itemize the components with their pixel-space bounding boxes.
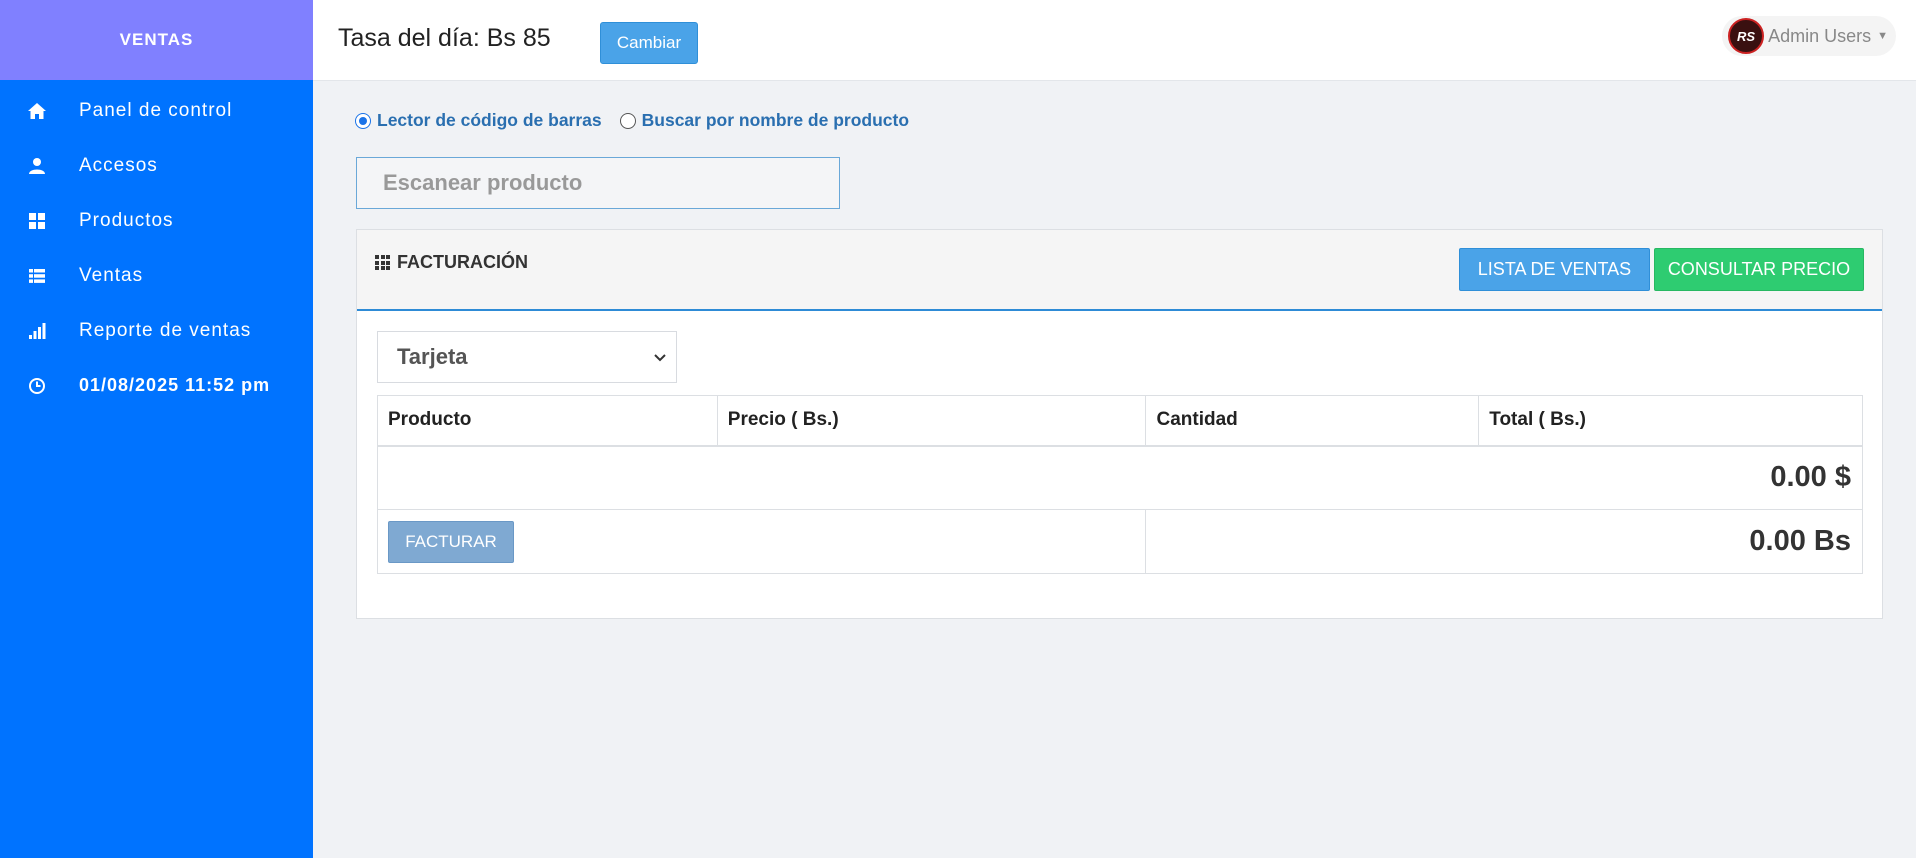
search-mode-group: Lector de código de barras Buscar por no… xyxy=(355,110,927,131)
radio-unchecked-icon xyxy=(619,112,636,129)
clock-icon xyxy=(26,375,48,397)
th-icon xyxy=(375,255,390,270)
payment-method-value: Tarjeta xyxy=(397,344,468,369)
price-check-button[interactable]: CONSULTAR PRECIO xyxy=(1654,248,1864,291)
chevron-down-icon xyxy=(654,349,666,365)
caret-down-icon: ▼ xyxy=(1877,30,1888,42)
exchange-rate-label: Tasa del día: Bs 85 xyxy=(338,24,551,52)
brand-title: VENTAS xyxy=(0,0,313,80)
sidebar-item-label: Reporte de ventas xyxy=(79,319,252,341)
total-bs-row: FACTURAR 0.00 Bs xyxy=(376,509,1863,574)
list-icon xyxy=(26,265,48,287)
sidebar-nav: Panel de control Accesos Productos Venta… xyxy=(0,80,313,413)
sidebar-item-label: Accesos xyxy=(79,154,158,176)
total-usd-row: 0.00 $ xyxy=(377,445,1863,510)
billing-panel: FACTURACIÓN LISTA DE VENTAS CONSULTAR PR… xyxy=(356,229,1883,619)
sidebar-item-datetime: 01/08/2025 11:52 pm xyxy=(0,358,313,413)
payment-method-select[interactable]: Tarjeta xyxy=(377,331,677,383)
sidebar-item-panel-de-control[interactable]: Panel de control xyxy=(0,83,313,138)
sidebar-item-reporte-de-ventas[interactable]: Reporte de ventas xyxy=(0,303,313,358)
invoice-button[interactable]: FACTURAR xyxy=(388,520,514,563)
radio-label: Buscar por nombre de producto xyxy=(641,110,910,130)
column-header-producto: Producto xyxy=(377,395,718,447)
total-usd-value: 0.00 $ xyxy=(377,445,1863,510)
user-icon xyxy=(26,155,48,177)
sales-list-button[interactable]: LISTA DE VENTAS xyxy=(1459,248,1650,291)
table-header-row: Producto Precio ( Bs.) Cantidad Total ( … xyxy=(377,395,1863,447)
user-name: Admin Users xyxy=(1768,25,1872,46)
scan-product-input[interactable] xyxy=(356,157,840,209)
sidebar-item-productos[interactable]: Productos xyxy=(0,193,313,248)
total-bs-value: 0.00 Bs xyxy=(1145,509,1863,574)
column-header-precio: Precio ( Bs.) xyxy=(716,395,1147,447)
grid-icon xyxy=(26,210,48,232)
billing-title: FACTURACIÓN xyxy=(375,252,528,273)
sidebar-item-label: Ventas xyxy=(79,264,144,286)
radio-barcode-reader[interactable]: Lector de código de barras xyxy=(355,110,602,131)
datetime-label: 01/08/2025 11:52 pm xyxy=(79,375,271,395)
signal-icon xyxy=(26,320,48,342)
radio-checked-icon xyxy=(355,112,371,129)
billing-panel-header: FACTURACIÓN LISTA DE VENTAS CONSULTAR PR… xyxy=(357,230,1882,311)
sidebar-item-ventas[interactable]: Ventas xyxy=(0,248,313,303)
radio-search-by-name[interactable]: Buscar por nombre de producto xyxy=(619,110,910,131)
invoice-table: Producto Precio ( Bs.) Cantidad Total ( … xyxy=(376,395,1863,574)
sidebar-item-label: Panel de control xyxy=(79,99,233,121)
avatar: RS xyxy=(1728,18,1765,54)
sidebar-item-label: Productos xyxy=(79,209,174,231)
sidebar-item-accesos[interactable]: Accesos xyxy=(0,138,313,193)
column-header-total: Total ( Bs.) xyxy=(1478,395,1863,447)
change-rate-button[interactable]: Cambiar xyxy=(600,22,698,64)
top-header: Tasa del día: Bs 85 Cambiar RS Admin Use… xyxy=(313,0,1916,81)
sidebar: VENTAS Panel de control Accesos Producto… xyxy=(0,0,313,858)
radio-label: Lector de código de barras xyxy=(377,110,602,130)
home-icon xyxy=(26,100,48,122)
column-header-cantidad: Cantidad xyxy=(1145,395,1480,447)
billing-title-text: FACTURACIÓN xyxy=(397,252,528,272)
invoice-action-cell: FACTURAR xyxy=(376,509,1147,574)
user-menu[interactable]: RS Admin Users ▼ xyxy=(1722,16,1896,56)
